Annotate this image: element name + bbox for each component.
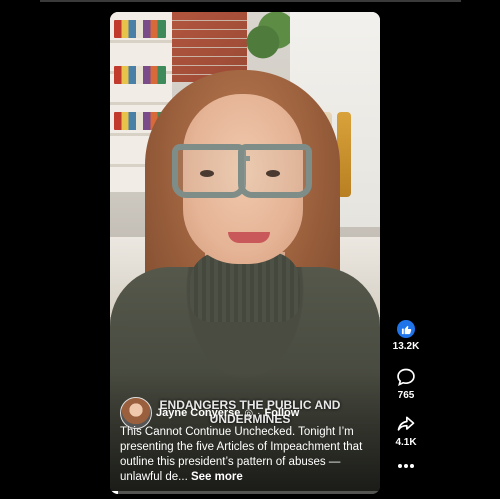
author-name[interactable]: Jayne Conyerse [156,407,240,419]
author-row: Jayne Conyerse ◎ · Follow [120,397,299,429]
plant [245,12,290,72]
speaker-glasses [172,144,312,198]
comment-count: 765 [397,390,415,401]
like-count: 13.2K [392,341,420,352]
more-action[interactable] [390,462,422,470]
more-icon[interactable] [397,462,415,470]
see-more-link[interactable]: See more [191,471,243,483]
verified-icon: ◎ [244,407,254,419]
follow-button[interactable]: Follow [264,407,299,419]
share-action[interactable]: 4.1K [390,414,422,448]
video-player[interactable]: ENDANGERS THE PUBLIC AND UNDERMINES Jayn… [110,12,380,494]
share-count: 4.1K [395,437,417,448]
speaker-mouth [228,232,270,243]
progress-fill [110,491,119,494]
share-icon[interactable] [396,414,416,434]
books [114,20,166,38]
books [114,66,166,84]
progress-bar[interactable] [110,491,380,494]
separator-dot: · [257,407,261,419]
like-icon[interactable] [397,320,415,338]
comment-icon[interactable] [396,367,416,387]
post-description: This Cannot Continue Unchecked. Tonight … [120,425,375,485]
like-action[interactable]: 13.2K [390,320,422,352]
comment-action[interactable]: 765 [390,367,422,401]
top-divider [40,0,461,2]
